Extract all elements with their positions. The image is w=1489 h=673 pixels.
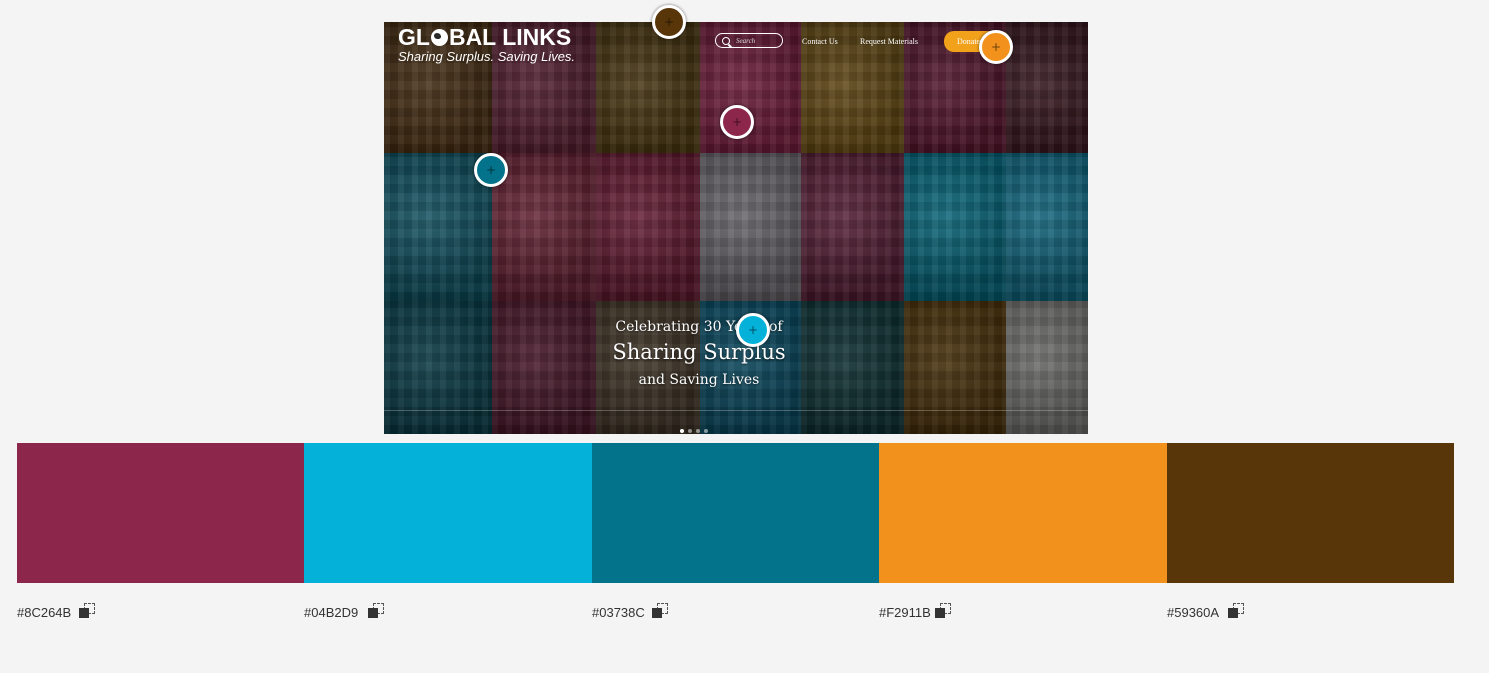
color-picker-handle[interactable]: +: [652, 5, 686, 39]
color-swatch[interactable]: [592, 443, 879, 583]
hex-value: #03738C: [592, 605, 645, 620]
hero-line-2: Sharing Surplus: [612, 340, 786, 364]
color-swatch[interactable]: [879, 443, 1167, 583]
color-picker-handle[interactable]: +: [474, 153, 508, 187]
color-swatch[interactable]: [1167, 443, 1454, 583]
slide-dot: [704, 429, 708, 433]
hex-value: #8C264B: [17, 605, 72, 620]
slide-dot: [680, 429, 684, 433]
hex-value: #04B2D9: [304, 605, 359, 620]
copy-icon[interactable]: [368, 603, 384, 619]
nav-contact-us: Contact Us: [802, 37, 838, 46]
copy-icon[interactable]: [935, 603, 951, 619]
color-picker-handle[interactable]: +: [979, 30, 1013, 64]
logo: GL BAL LINKS Sharing Surplus. Saving Live…: [398, 22, 575, 64]
copy-icon[interactable]: [1228, 603, 1244, 619]
slide-dot: [688, 429, 692, 433]
hero-line-1: Celebrating 30 Years of: [615, 319, 783, 335]
logo-title: GL BAL LINKS: [398, 24, 572, 50]
search-icon: [722, 36, 730, 45]
website-preview-image: GL BAL LINKS Sharing Surplus. Saving Live…: [384, 22, 1088, 434]
globe-icon: [430, 29, 448, 46]
color-picker-handle[interactable]: +: [720, 105, 754, 139]
color-palette-extractor: GL BAL LINKS Sharing Surplus. Saving Live…: [0, 0, 1489, 673]
search-placeholder: Search: [736, 36, 756, 45]
slide-dot: [696, 429, 700, 433]
logo-tagline: Sharing Surplus. Saving Lives.: [398, 49, 576, 64]
color-swatch[interactable]: [17, 443, 304, 583]
hex-value: #F2911B: [879, 605, 931, 620]
nav-request-materials: Request Materials: [860, 37, 918, 46]
color-picker-handle[interactable]: +: [736, 313, 770, 347]
hex-value: #59360A: [1167, 605, 1220, 620]
hero-divider: [384, 410, 1088, 411]
slide-indicators: [680, 429, 708, 433]
copy-icon[interactable]: [652, 603, 668, 619]
copy-icon[interactable]: [79, 603, 95, 619]
hero-line-3: and Saving Lives: [638, 372, 760, 388]
color-swatch[interactable]: [304, 443, 592, 583]
search-input: Search: [715, 33, 783, 48]
